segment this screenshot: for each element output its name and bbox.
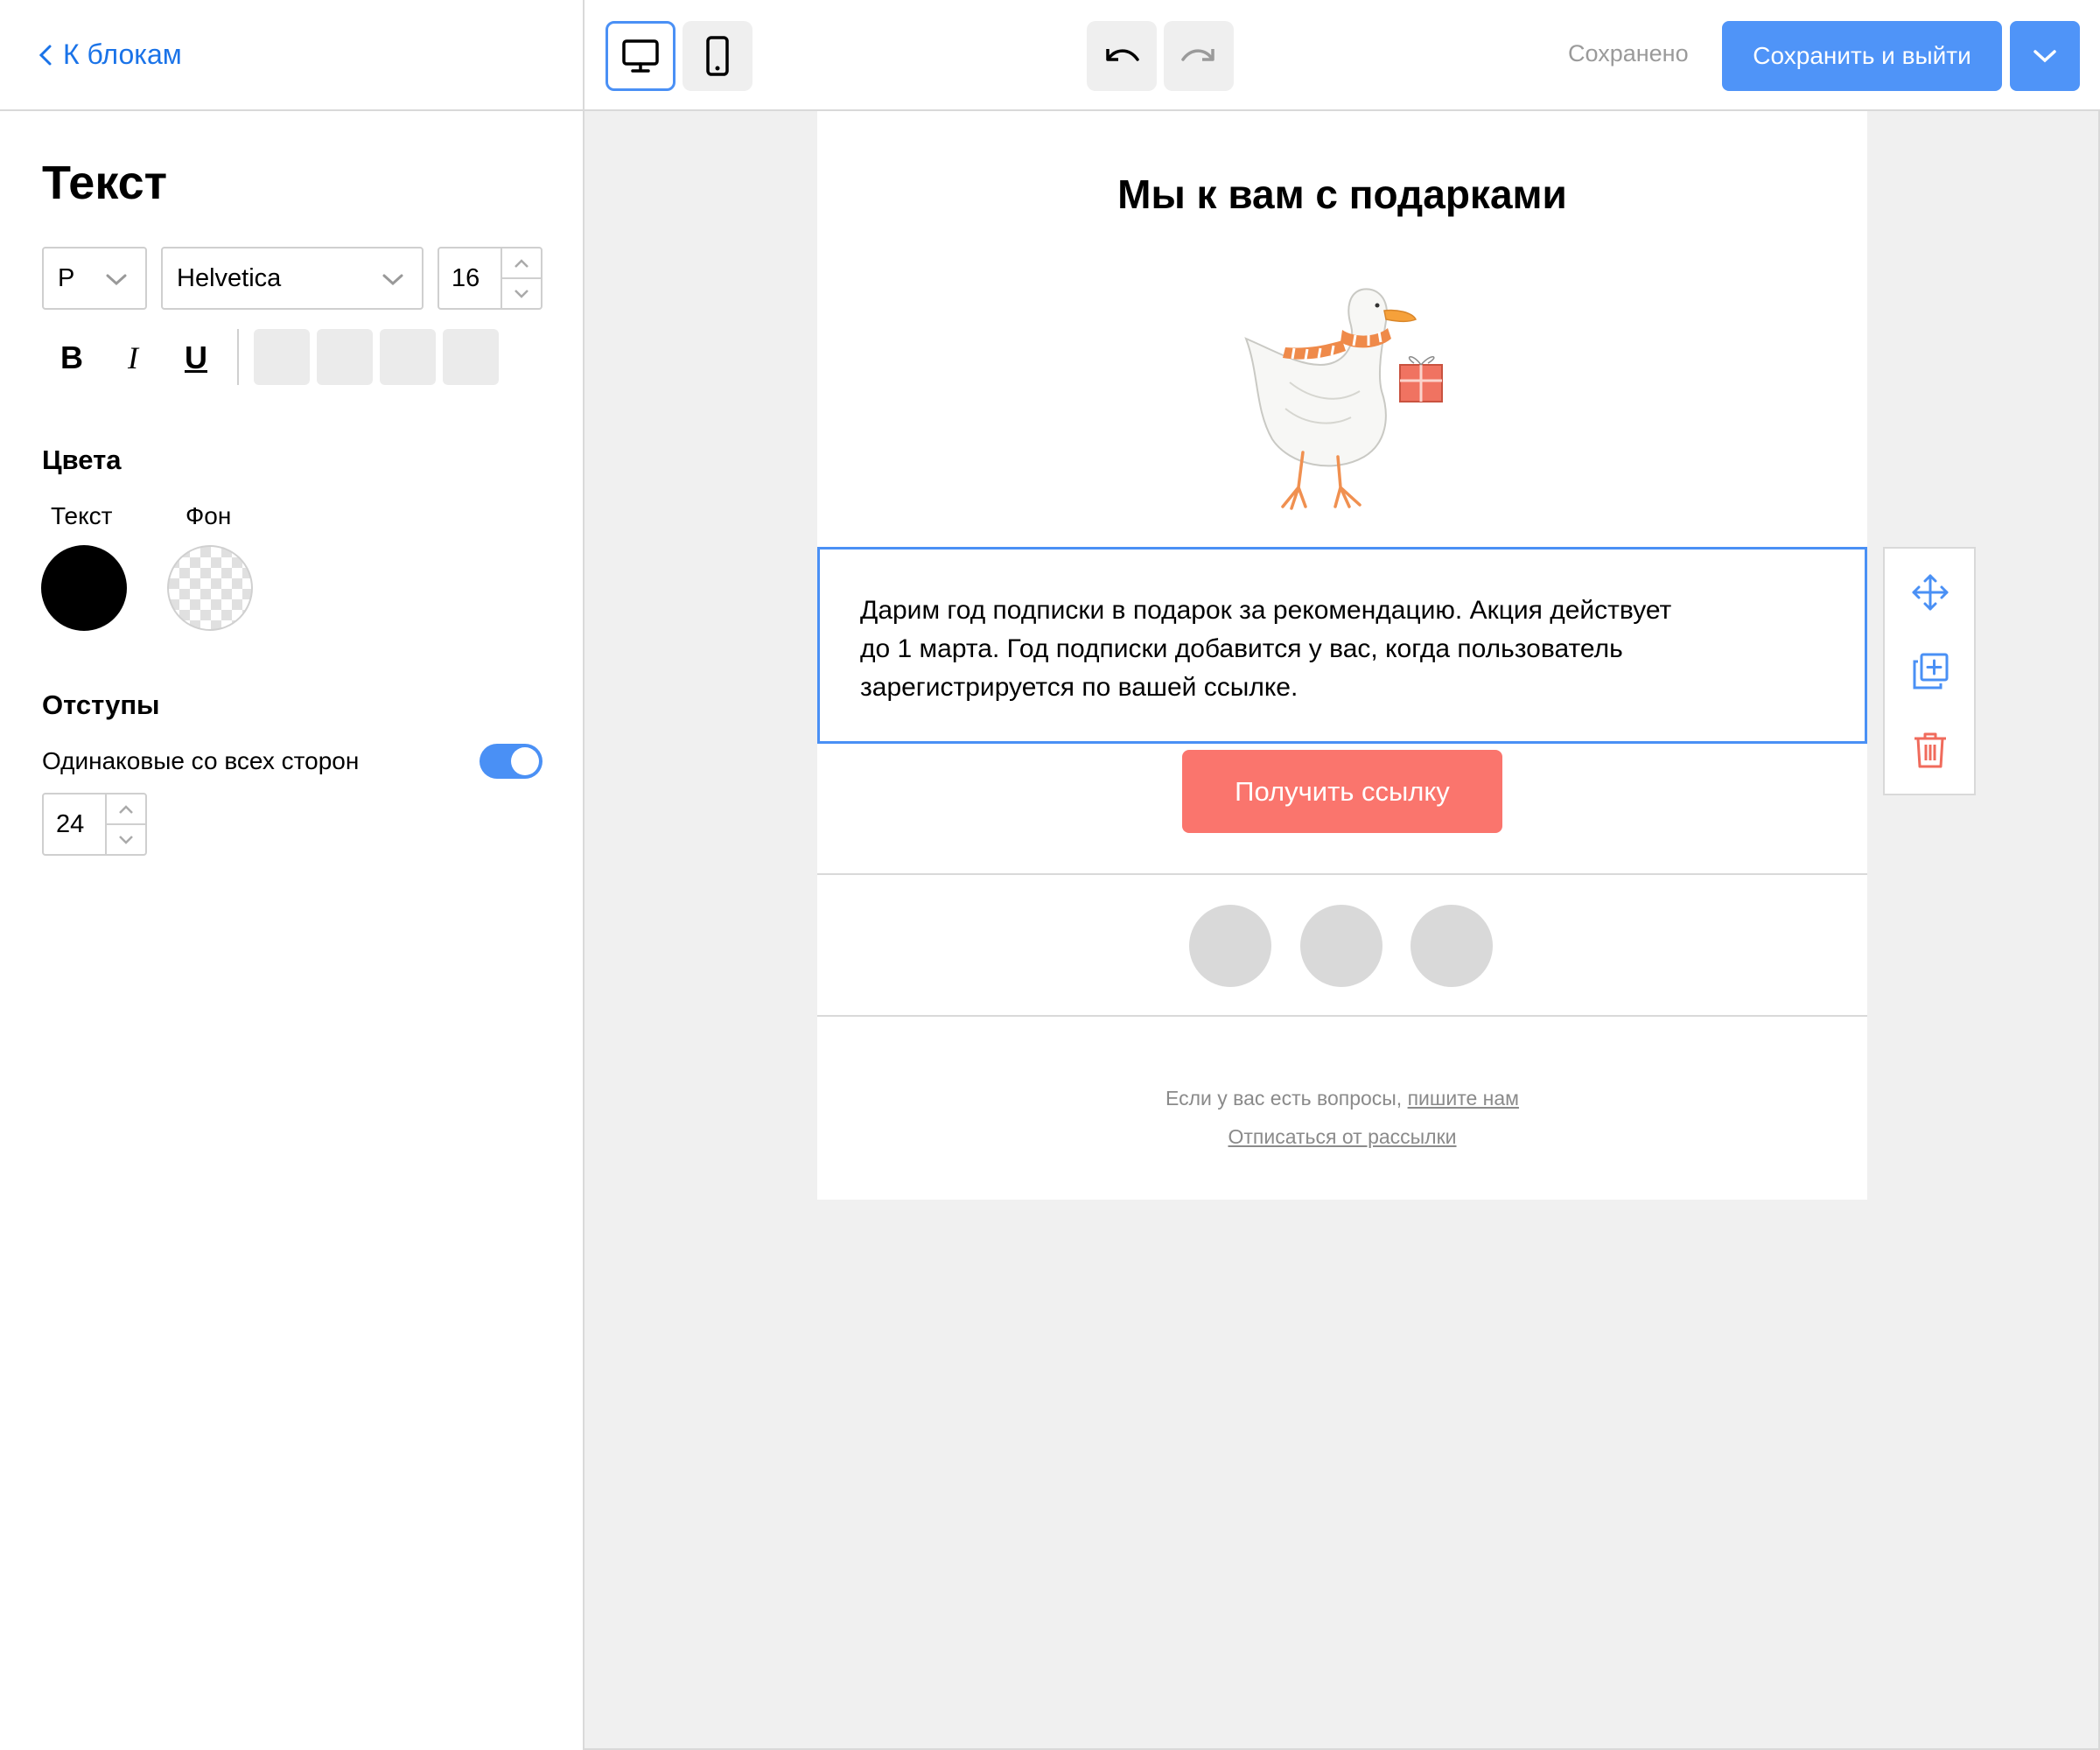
padding-spinner: [105, 794, 145, 854]
undo-button[interactable]: [1087, 21, 1157, 91]
underline-button[interactable]: U: [170, 329, 222, 387]
bold-button[interactable]: B: [46, 329, 98, 387]
text-color-swatch[interactable]: [41, 545, 127, 631]
format-button-placeholder[interactable]: [380, 329, 436, 385]
desktop-icon: [622, 39, 659, 73]
same-sides-label: Одинаковые со всех сторон: [42, 747, 360, 774]
decrement-button[interactable]: [107, 825, 145, 854]
social-icon-placeholder[interactable]: [1189, 905, 1271, 987]
format-button-placeholder[interactable]: [443, 329, 499, 385]
save-status: Сохранено: [1568, 40, 1689, 66]
font-size-value: 16: [452, 263, 480, 292]
goose-with-gift-illustration[interactable]: [1228, 277, 1482, 531]
trash-icon: [1914, 732, 1946, 768]
desktop-view-button[interactable]: [606, 21, 676, 91]
format-separator: [237, 329, 239, 385]
back-link-label: К блокам: [63, 38, 182, 70]
back-to-blocks-link[interactable]: К блокам: [38, 38, 182, 71]
italic-button[interactable]: I: [107, 329, 159, 387]
email-preview: Мы к вам с подарками Дарим год подписки …: [817, 111, 1867, 1200]
increment-button[interactable]: [107, 794, 145, 825]
body-text-line: до 1 марта. Год подписки добавится у вас…: [860, 634, 1623, 663]
text-style-value: P: [58, 263, 75, 292]
font-size-stepper[interactable]: 16: [438, 247, 542, 310]
sidebar-header: К блокам: [0, 0, 583, 111]
text-color-label: Текст: [51, 502, 113, 529]
write-us-link[interactable]: пишите нам: [1408, 1087, 1519, 1110]
social-icon-placeholder[interactable]: [1410, 905, 1493, 987]
same-sides-toggle[interactable]: [480, 744, 542, 779]
section-divider: [817, 1015, 1867, 1017]
body-text-line: Дарим год подписки в подарок за рекоменд…: [860, 596, 1672, 625]
chevron-up-icon: [119, 804, 133, 814]
font-family-select[interactable]: Helvetica: [161, 247, 424, 310]
colors-section-title: Цвета: [42, 444, 122, 475]
bg-color-swatch[interactable]: [167, 545, 253, 631]
decrement-button[interactable]: [502, 279, 541, 308]
mobile-view-button[interactable]: [682, 21, 752, 91]
move-icon: [1912, 574, 1949, 611]
footer-question-text: Если у вас есть вопросы,: [1166, 1087, 1403, 1110]
font-family-value: Helvetica: [177, 263, 282, 292]
sidebar: К блокам Текст P Helvetica 16 B I U Цвет…: [0, 0, 584, 1750]
delete-block-button[interactable]: [1908, 727, 1953, 773]
bg-color-label: Фон: [186, 502, 232, 529]
editor-canvas: Мы к вам с подарками Дарим год подписки …: [584, 111, 2098, 1748]
block-toolbar: [1883, 547, 1976, 795]
footer-question-line: Если у вас есть вопросы, пишите нам: [817, 1087, 1867, 1110]
selected-text-block[interactable]: Дарим год подписки в подарок за рекоменд…: [817, 547, 1867, 744]
social-icon-placeholder[interactable]: [1300, 905, 1382, 987]
email-title[interactable]: Мы к вам с подарками: [817, 171, 1867, 218]
panel-title: Текст: [42, 157, 168, 209]
padding-stepper[interactable]: 24: [42, 793, 147, 856]
duplicate-icon: [1913, 653, 1949, 690]
padding-value: 24: [56, 809, 85, 838]
text-style-select[interactable]: P: [42, 247, 147, 310]
mobile-icon: [706, 36, 729, 76]
chevron-down-icon: [119, 835, 133, 844]
chevron-down-icon: [106, 274, 127, 286]
chevron-down-icon: [382, 274, 403, 286]
chevron-down-icon: [514, 289, 528, 298]
chevron-up-icon: [514, 258, 528, 268]
undo-icon: [1106, 49, 1139, 61]
font-size-spinner: [500, 248, 541, 308]
move-block-button[interactable]: [1908, 570, 1953, 615]
footer-unsubscribe-line: Отписаться от рассылки: [817, 1125, 1867, 1149]
chevron-left-icon: [38, 45, 52, 65]
increment-button[interactable]: [502, 248, 541, 279]
get-link-button[interactable]: Получить ссылку: [1182, 750, 1502, 833]
save-options-dropdown-button[interactable]: [2010, 21, 2080, 91]
section-divider: [817, 873, 1867, 875]
save-and-exit-button[interactable]: Сохранить и выйти: [1722, 21, 2002, 91]
body-text-line: зарегистрируется по вашей ссылке.: [860, 673, 1298, 702]
redo-icon: [1181, 49, 1214, 61]
topbar: Сохранено Сохранить и выйти: [584, 0, 2100, 111]
unsubscribe-link[interactable]: Отписаться от рассылки: [1228, 1125, 1456, 1148]
format-button-placeholder[interactable]: [317, 329, 373, 385]
padding-section-title: Отступы: [42, 690, 160, 720]
redo-button[interactable]: [1164, 21, 1234, 91]
chevron-down-icon: [2034, 50, 2056, 63]
format-button-placeholder[interactable]: [254, 329, 310, 385]
duplicate-block-button[interactable]: [1908, 648, 1953, 694]
